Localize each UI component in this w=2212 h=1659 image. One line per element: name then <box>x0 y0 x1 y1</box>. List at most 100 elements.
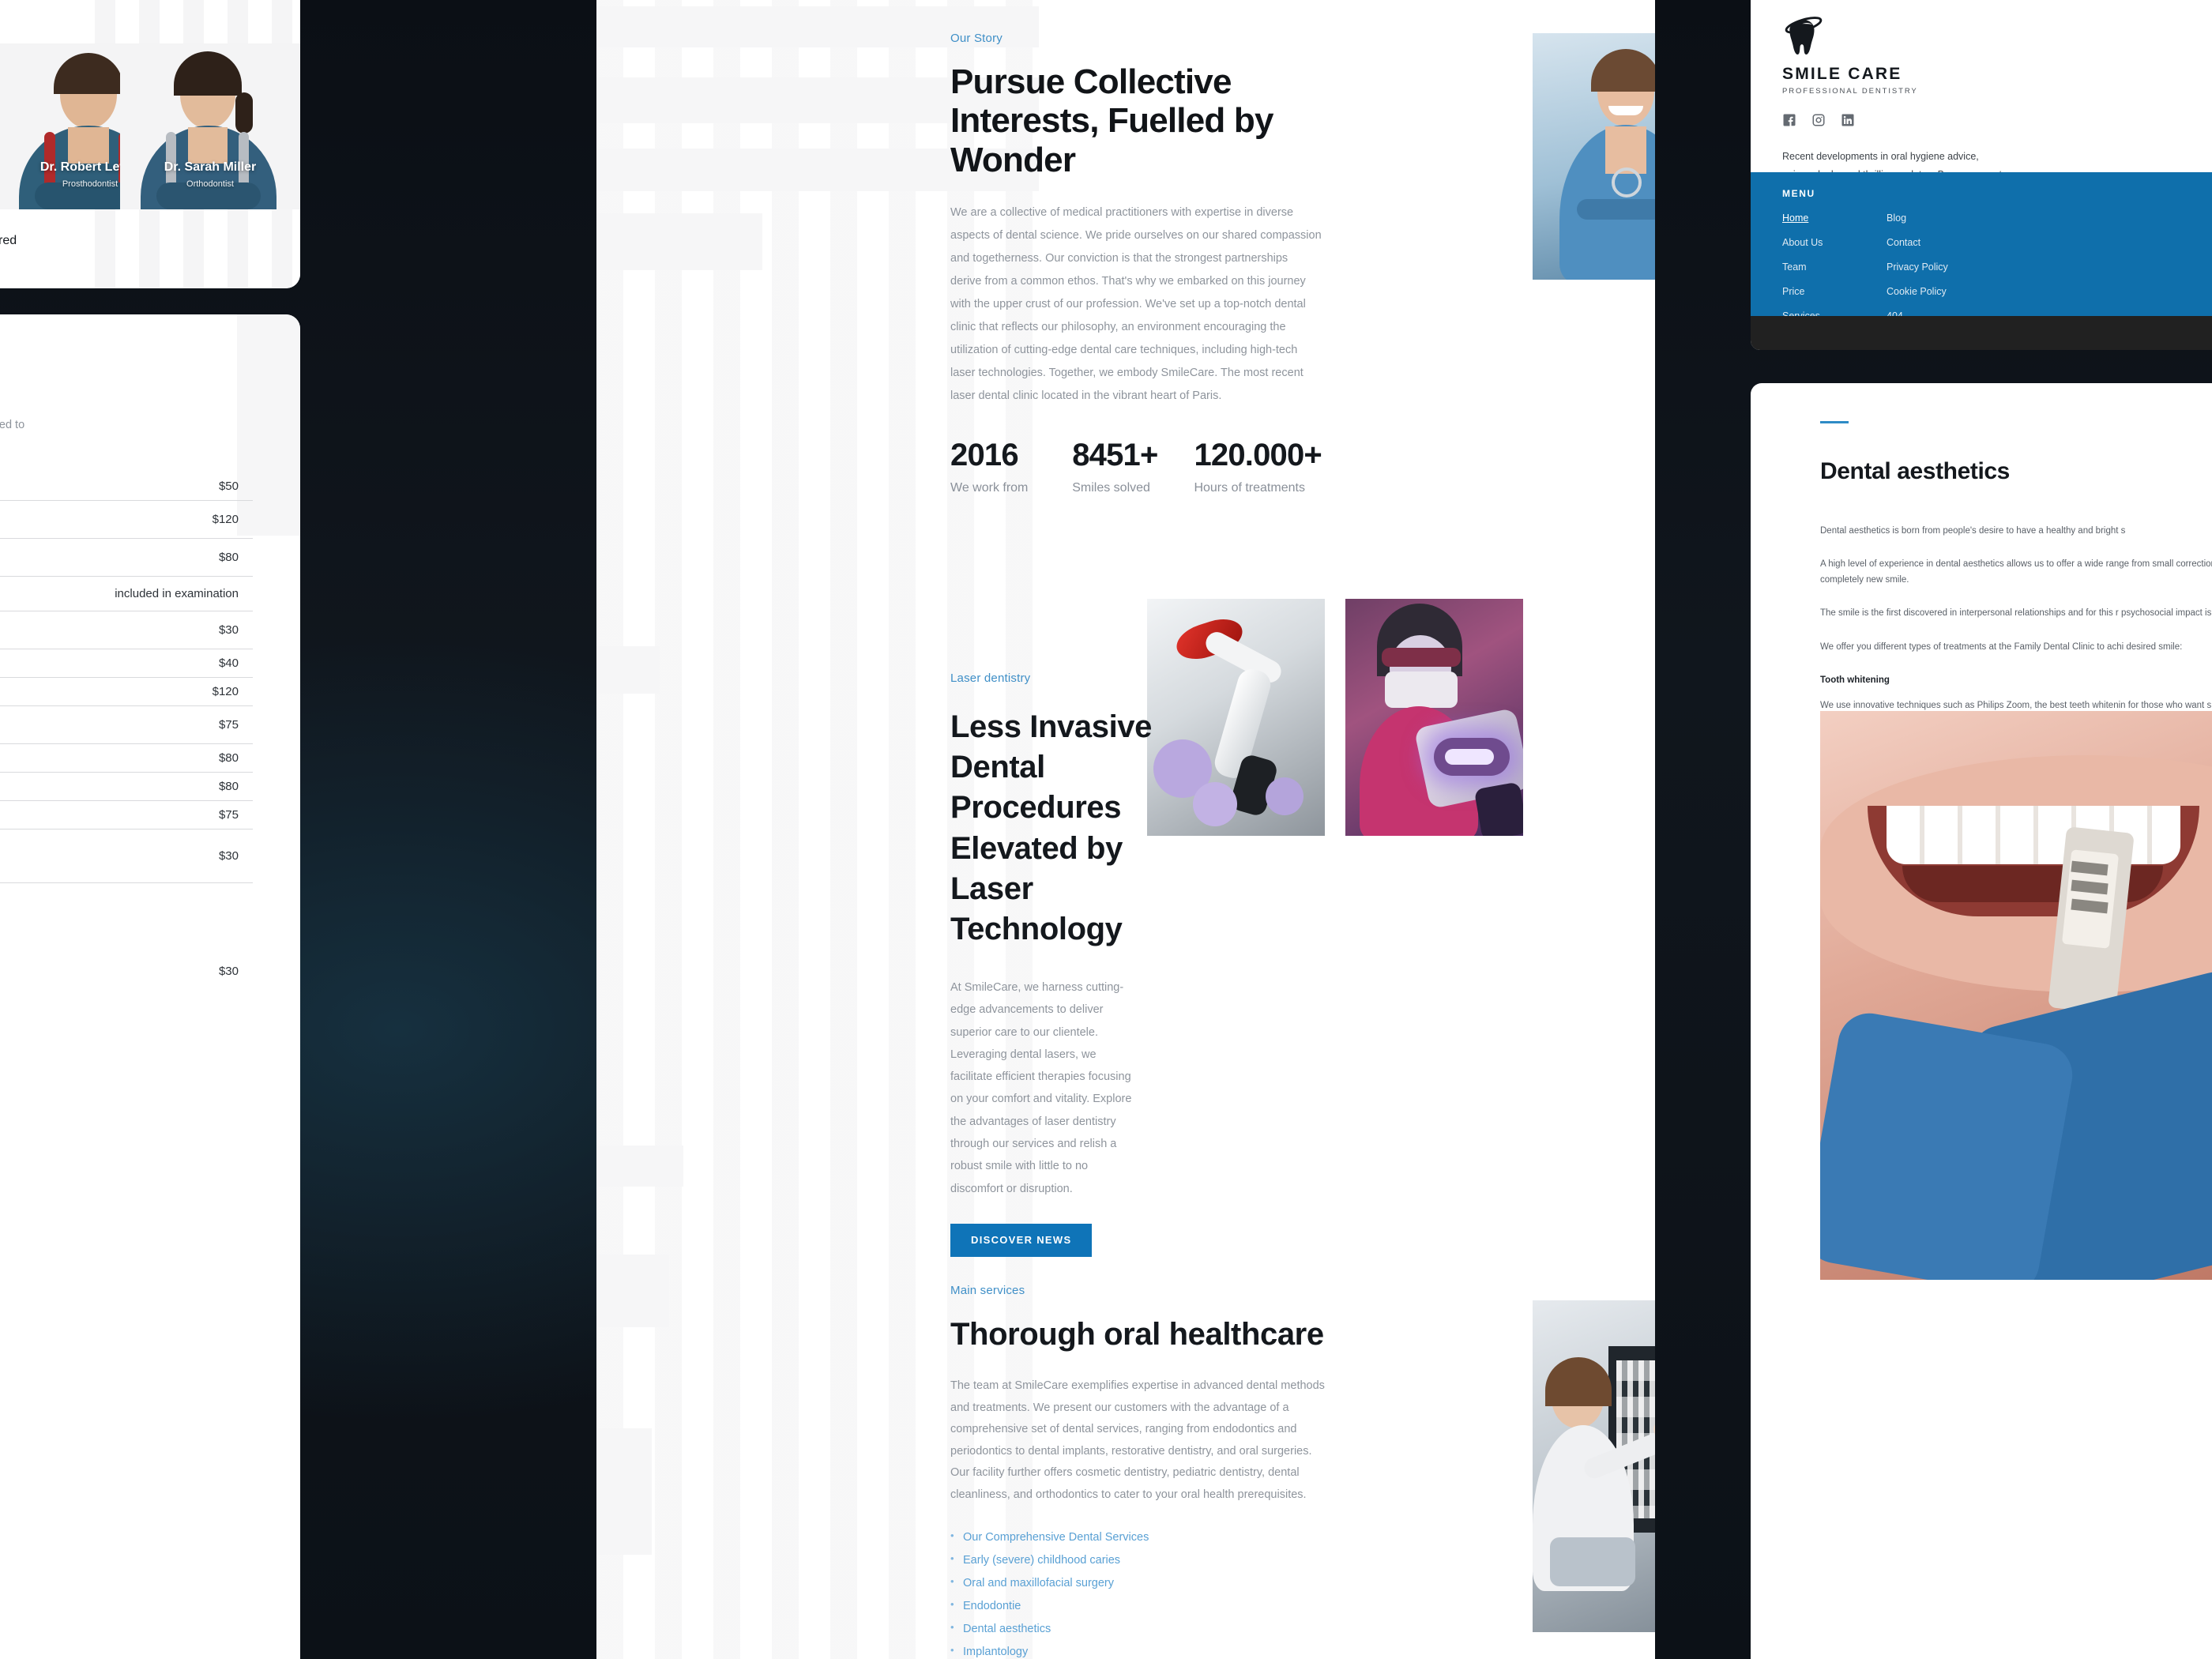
price-row: $75 <box>0 801 253 830</box>
price-row: $80 <box>0 773 253 801</box>
facebook-link[interactable] <box>1782 113 1796 127</box>
service-list-item[interactable]: Early (severe) childhood caries <box>950 1548 1330 1572</box>
price-intro-line-1: ns tailored to your specific oral health… <box>0 419 25 431</box>
service-list-item[interactable]: Our Comprehensive Dental Services <box>950 1525 1330 1549</box>
instagram-link[interactable] <box>1811 113 1826 127</box>
price-value: $50 <box>218 480 239 493</box>
social-links <box>1782 113 2011 127</box>
doctor-caption: Dr. Sarah Miller Orthodontist <box>120 160 300 189</box>
site-footer-panel: SMILE CARE PROFESSIONAL DENTISTRY Recent… <box>1751 0 2212 350</box>
decorative-band <box>596 1428 652 1555</box>
price-table: $50 $120 $80 included in examination $30… <box>0 472 253 986</box>
price-row: $30 <box>0 883 253 986</box>
footer-link-home[interactable]: Home <box>1782 213 1836 224</box>
service-list-item[interactable]: Oral and maxillofacial surgery <box>950 1571 1330 1595</box>
decorative-band <box>596 646 660 694</box>
laser-paragraph: At SmileCare, we harness cutting-edge ad… <box>950 981 1132 1195</box>
services-list: Our Comprehensive Dental Services Early … <box>950 1525 1330 1659</box>
xray-doctor-photo <box>1533 1300 1655 1632</box>
service-list-item[interactable]: Dental aesthetics <box>950 1617 1330 1641</box>
services-eyebrow: Main services <box>950 1284 1025 1297</box>
price-row: $50 <box>0 472 253 501</box>
footer-menu-col-1: Home About Us Team Price Services <box>1782 199 1836 322</box>
instagram-icon <box>1812 114 1825 126</box>
stat-label: We work from <box>950 480 1029 495</box>
tooth-orbit-logo-icon <box>1785 17 1823 55</box>
doctor-name: Dr. Sarah Miller <box>164 160 257 174</box>
aesthetics-paragraph-2: A high level of experience in dental aes… <box>1820 559 2212 585</box>
stat-value: 8451+ <box>1072 437 1158 472</box>
price-row: $80 <box>0 539 253 577</box>
brand-name: SMILE CARE <box>1782 65 1902 83</box>
service-list-item[interactable]: Implantology <box>950 1640 1330 1659</box>
price-value: $80 <box>218 751 239 765</box>
price-row: $120 <box>0 501 253 539</box>
price-value: $30 <box>218 623 239 637</box>
price-page-panel: ns tailored to your specific oral health… <box>0 314 300 1659</box>
price-value: $30 <box>218 849 239 863</box>
story-paragraph: We are a collective of medical practitio… <box>950 205 1322 402</box>
price-value: $75 <box>218 808 239 822</box>
story-photo <box>1533 33 1655 280</box>
laser-handpiece-photo <box>1147 599 1325 836</box>
stat-value: 2016 <box>950 437 1019 472</box>
price-row: $120 <box>0 678 253 706</box>
price-row: $30 <box>0 611 253 649</box>
stat-card: 120.000+ Hours of treatments <box>1194 438 1322 495</box>
footer-link-blog[interactable]: Blog <box>1887 213 1973 224</box>
footer-menu-col-2: Blog Contact Privacy Policy Cookie Polic… <box>1887 199 1973 322</box>
price-value: $80 <box>218 780 239 793</box>
price-row: $80 <box>0 744 253 773</box>
decorative-band <box>596 1146 683 1187</box>
decorative-band <box>596 1255 669 1327</box>
doctor-card[interactable]: Dr. Sarah Miller Orthodontist <box>120 43 300 209</box>
stat-card: 2016 We work from <box>950 438 1072 495</box>
price-row: $75 <box>0 706 253 744</box>
team-page-panel: Dr. Robert Lewis Prosthodontist Dr. Sara… <box>0 0 300 288</box>
stat-value: 120.000+ <box>1194 437 1322 472</box>
price-value: $30 <box>218 965 239 978</box>
aesthetics-subheading: Tooth whitening <box>1820 675 1890 685</box>
teeth-shade-guide-photo <box>1820 711 2212 1280</box>
price-value: $120 <box>212 685 239 698</box>
price-value: $75 <box>218 718 239 732</box>
price-value: $120 <box>212 513 239 526</box>
aesthetics-page-panel: Dental aesthetics Dental aesthetics is b… <box>1751 383 2212 1659</box>
aesthetics-paragraph-4: We offer you different types of treatmen… <box>1820 641 2183 652</box>
footer-copyright-bar: © 20 <box>1751 316 2212 350</box>
center-page-panel: Our Story Pursue Collective Interests, F… <box>596 0 1655 1659</box>
decorative-band <box>596 213 762 270</box>
price-row: $30 <box>0 830 253 883</box>
footer-link-price[interactable]: Price <box>1782 286 1836 297</box>
price-intro-line-2: investments made towards your dental pro… <box>0 435 270 455</box>
aesthetics-heading: Dental aesthetics <box>1820 458 2010 484</box>
service-list-item[interactable]: Endodontie <box>950 1594 1330 1618</box>
aesthetics-paragraph-3: The smile is the first discovered in int… <box>1820 608 2212 619</box>
brand-tagline: PROFESSIONAL DENTISTRY <box>1782 87 1918 96</box>
price-value: $80 <box>218 551 239 564</box>
laser-heading: Less Invasive Dental Procedures Elevated… <box>950 709 1152 946</box>
services-heading: Thorough oral healthcare <box>950 1317 1324 1352</box>
price-row: $40 <box>0 649 253 678</box>
price-value: $40 <box>218 656 239 670</box>
stat-card: 8451+ Smiles solved <box>1072 438 1194 495</box>
accent-rule <box>1820 421 1849 423</box>
services-paragraph: The team at SmileCare exemplifies expert… <box>950 1379 1325 1501</box>
aesthetics-paragraph-1: Dental aesthetics is born from people's … <box>1820 526 2126 536</box>
stat-label: Hours of treatments <box>1194 480 1305 495</box>
footer-menu-title: MENU <box>1782 188 1815 199</box>
footer-link-privacy[interactable]: Privacy Policy <box>1887 261 1973 273</box>
footer-link-team[interactable]: Team <box>1782 261 1836 273</box>
story-heading: Pursue Collective Interests, Fuelled by … <box>950 62 1273 179</box>
footer-link-about[interactable]: About Us <box>1782 237 1836 248</box>
footer-link-contact[interactable]: Contact <box>1887 237 1973 248</box>
footer-link-cookie[interactable]: Cookie Policy <box>1887 286 1973 297</box>
linkedin-link[interactable] <box>1841 113 1855 127</box>
linkedin-icon <box>1841 114 1854 126</box>
facebook-icon <box>1783 114 1796 126</box>
cut-off-text: red <box>0 234 17 247</box>
whitening-patient-photo <box>1345 599 1523 836</box>
price-row: included in examination <box>0 577 253 611</box>
discover-news-button[interactable]: DISCOVER NEWS <box>950 1223 1093 1257</box>
stat-label: Smiles solved <box>1072 480 1150 495</box>
